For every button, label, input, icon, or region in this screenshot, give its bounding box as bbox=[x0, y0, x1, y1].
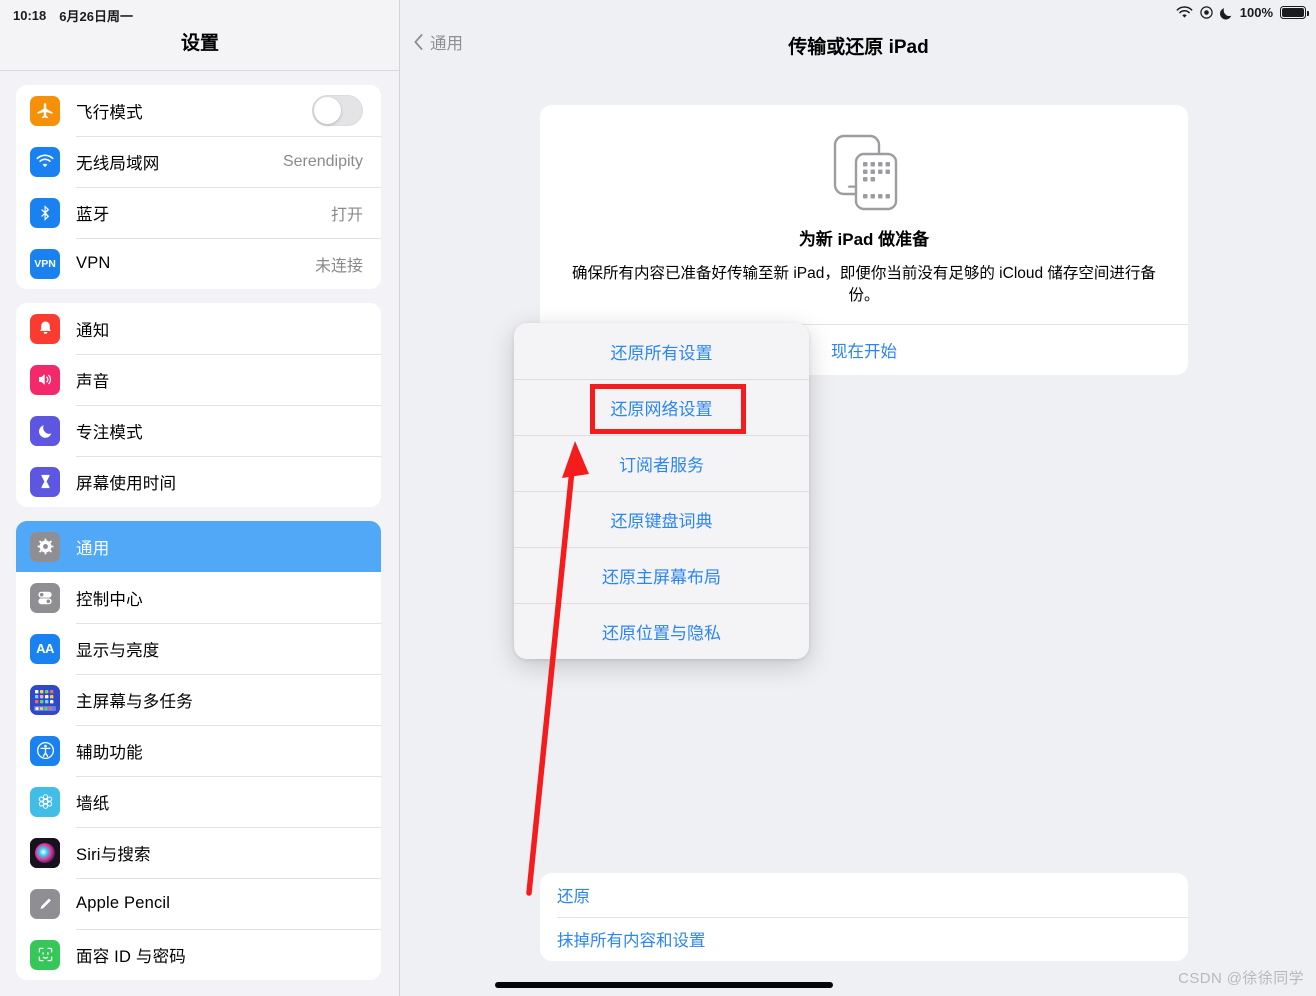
sidebar-item-display-brightness[interactable]: AA 显示与亮度 bbox=[16, 623, 381, 674]
siri-icon bbox=[30, 837, 60, 868]
sidebar-item-label: 声音 bbox=[76, 372, 110, 391]
bluetooth-icon bbox=[30, 197, 60, 228]
wallpaper-icon bbox=[30, 786, 60, 817]
wifi-network-value: Serendipity bbox=[282, 152, 363, 170]
sidebar-item-label: VPN bbox=[76, 254, 111, 272]
status-time: 10:18 bbox=[13, 8, 47, 23]
ipad-settings-screen: 10:18 6月26日周一 100% 设置 飞行模式 无线局域网 Serendi… bbox=[0, 0, 1316, 996]
prepare-card-body: 为新 iPad 做准备 确保所有内容已准备好传输至新 iPad，即便你当前没有足… bbox=[540, 105, 1188, 324]
sidebar-item-bluetooth[interactable]: 蓝牙 打开 bbox=[16, 187, 381, 238]
popup-item-subscriber-services[interactable]: 订阅者服务 bbox=[514, 435, 809, 491]
gear-icon bbox=[30, 531, 60, 562]
popup-item-reset-network-settings[interactable]: 还原网络设置 bbox=[514, 379, 809, 435]
sidebar-item-sounds[interactable]: 声音 bbox=[16, 354, 381, 405]
speaker-icon bbox=[30, 364, 60, 395]
sidebar-item-label: 蓝牙 bbox=[76, 205, 110, 224]
sidebar-item-general[interactable]: 通用 bbox=[16, 521, 381, 572]
sidebar-item-label: 控制中心 bbox=[76, 590, 143, 609]
wifi-icon bbox=[1176, 6, 1193, 19]
sidebar-item-apple-pencil[interactable]: Apple Pencil bbox=[16, 878, 381, 929]
sidebar-item-label: Apple Pencil bbox=[76, 894, 171, 912]
display-aa-icon: AA bbox=[30, 633, 60, 664]
status-bar-right: 100% bbox=[1176, 5, 1309, 20]
sidebar-item-accessibility[interactable]: 辅助功能 bbox=[16, 725, 381, 776]
home-indicator[interactable] bbox=[495, 982, 833, 988]
home-screen-icon bbox=[30, 684, 60, 715]
bluetooth-state-value: 打开 bbox=[330, 206, 363, 224]
sidebar-item-label: 飞行模式 bbox=[76, 103, 143, 122]
location-icon bbox=[1200, 6, 1213, 19]
sidebar-item-screen-time[interactable]: 屏幕使用时间 bbox=[16, 456, 381, 507]
page-title: 设置 bbox=[180, 32, 219, 54]
control-center-icon bbox=[30, 582, 60, 613]
wifi-icon bbox=[30, 146, 60, 177]
status-date: 6月26日周一 bbox=[59, 9, 133, 24]
sidebar-item-face-id[interactable]: 面容 ID 与密码 bbox=[16, 929, 381, 980]
detail-title: 传输或还原 iPad bbox=[788, 37, 929, 58]
sidebar-item-label: 墙纸 bbox=[76, 794, 110, 813]
reset-erase-card: 还原 抹掉所有内容和设置 bbox=[540, 873, 1188, 961]
sidebar-item-label: Siri与搜索 bbox=[76, 845, 151, 864]
popup-item-reset-home-screen-layout[interactable]: 还原主屏幕布局 bbox=[514, 547, 809, 603]
status-bar-left: 10:18 6月26日周一 bbox=[13, 6, 133, 25]
sidebar-item-label: 专注模式 bbox=[76, 423, 143, 442]
prepare-card-description: 确保所有内容已准备好传输至新 iPad，即便你当前没有足够的 iCloud 储存… bbox=[572, 265, 1156, 305]
sidebar-item-home-screen[interactable]: 主屏幕与多任务 bbox=[16, 674, 381, 725]
sidebar-group-notifications: 通知 声音 专注模式 屏幕使用时间 bbox=[16, 303, 381, 507]
airplane-mode-toggle[interactable] bbox=[312, 95, 363, 126]
settings-sidebar: 设置 飞行模式 无线局域网 Serendipity 蓝牙 打开 VPN VPN … bbox=[0, 0, 400, 996]
two-devices-icon bbox=[825, 127, 903, 213]
sidebar-item-vpn[interactable]: VPN VPN 未连接 bbox=[16, 238, 381, 289]
sidebar-item-focus[interactable]: 专注模式 bbox=[16, 405, 381, 456]
moon-focus-icon bbox=[1219, 6, 1233, 20]
erase-all-content-row[interactable]: 抹掉所有内容和设置 bbox=[540, 917, 1188, 961]
sidebar-item-label: 屏幕使用时间 bbox=[76, 474, 177, 493]
sidebar-item-label: 主屏幕与多任务 bbox=[76, 692, 193, 711]
battery-percent: 100% bbox=[1239, 5, 1273, 20]
sidebar-item-wallpaper[interactable]: 墙纸 bbox=[16, 776, 381, 827]
airplane-icon bbox=[30, 95, 60, 126]
reset-row[interactable]: 还原 bbox=[540, 873, 1188, 917]
moon-icon bbox=[30, 415, 60, 446]
battery-icon bbox=[1280, 6, 1309, 19]
popup-item-reset-location-privacy[interactable]: 还原位置与隐私 bbox=[514, 603, 809, 659]
sidebar-item-airplane-mode[interactable]: 飞行模式 bbox=[16, 85, 381, 136]
popup-item-reset-all-settings[interactable]: 还原所有设置 bbox=[514, 323, 809, 379]
bell-icon bbox=[30, 313, 60, 344]
sidebar-item-siri-search[interactable]: Siri与搜索 bbox=[16, 827, 381, 878]
sidebar-item-label: 辅助功能 bbox=[76, 743, 143, 762]
reset-popup-menu: 还原所有设置 还原网络设置 订阅者服务 还原键盘词典 还原主屏幕布局 还原位置与… bbox=[514, 323, 809, 659]
sidebar-item-label: 无线局域网 bbox=[76, 154, 160, 173]
sidebar-item-label: 通知 bbox=[76, 321, 110, 340]
face-id-icon bbox=[30, 939, 60, 970]
prepare-card-title: 为新 iPad 做准备 bbox=[798, 230, 930, 249]
accessibility-icon bbox=[30, 735, 60, 766]
sidebar-group-connectivity: 飞行模式 无线局域网 Serendipity 蓝牙 打开 VPN VPN 未连接 bbox=[16, 85, 381, 289]
watermark: CSDN @徐徐同学 bbox=[1178, 970, 1304, 987]
vpn-state-value: 未连接 bbox=[314, 257, 363, 275]
sidebar-item-label: 显示与亮度 bbox=[76, 641, 160, 660]
sidebar-group-system: 通用 控制中心 AA 显示与亮度 主屏幕与多任务 辅助功能 墙纸 Siri与搜索… bbox=[16, 521, 381, 980]
sidebar-item-label: 面容 ID 与密码 bbox=[76, 947, 186, 966]
popup-item-reset-keyboard-dictionary[interactable]: 还原键盘词典 bbox=[514, 491, 809, 547]
vpn-icon: VPN bbox=[30, 248, 60, 279]
sidebar-item-label: 通用 bbox=[76, 539, 110, 558]
status-bar: 10:18 6月26日周一 100% bbox=[0, 0, 1316, 28]
hourglass-icon bbox=[30, 466, 60, 497]
sidebar-item-control-center[interactable]: 控制中心 bbox=[16, 572, 381, 623]
sidebar-item-notifications[interactable]: 通知 bbox=[16, 303, 381, 354]
sidebar-item-wifi[interactable]: 无线局域网 Serendipity bbox=[16, 136, 381, 187]
pencil-icon bbox=[30, 888, 60, 919]
